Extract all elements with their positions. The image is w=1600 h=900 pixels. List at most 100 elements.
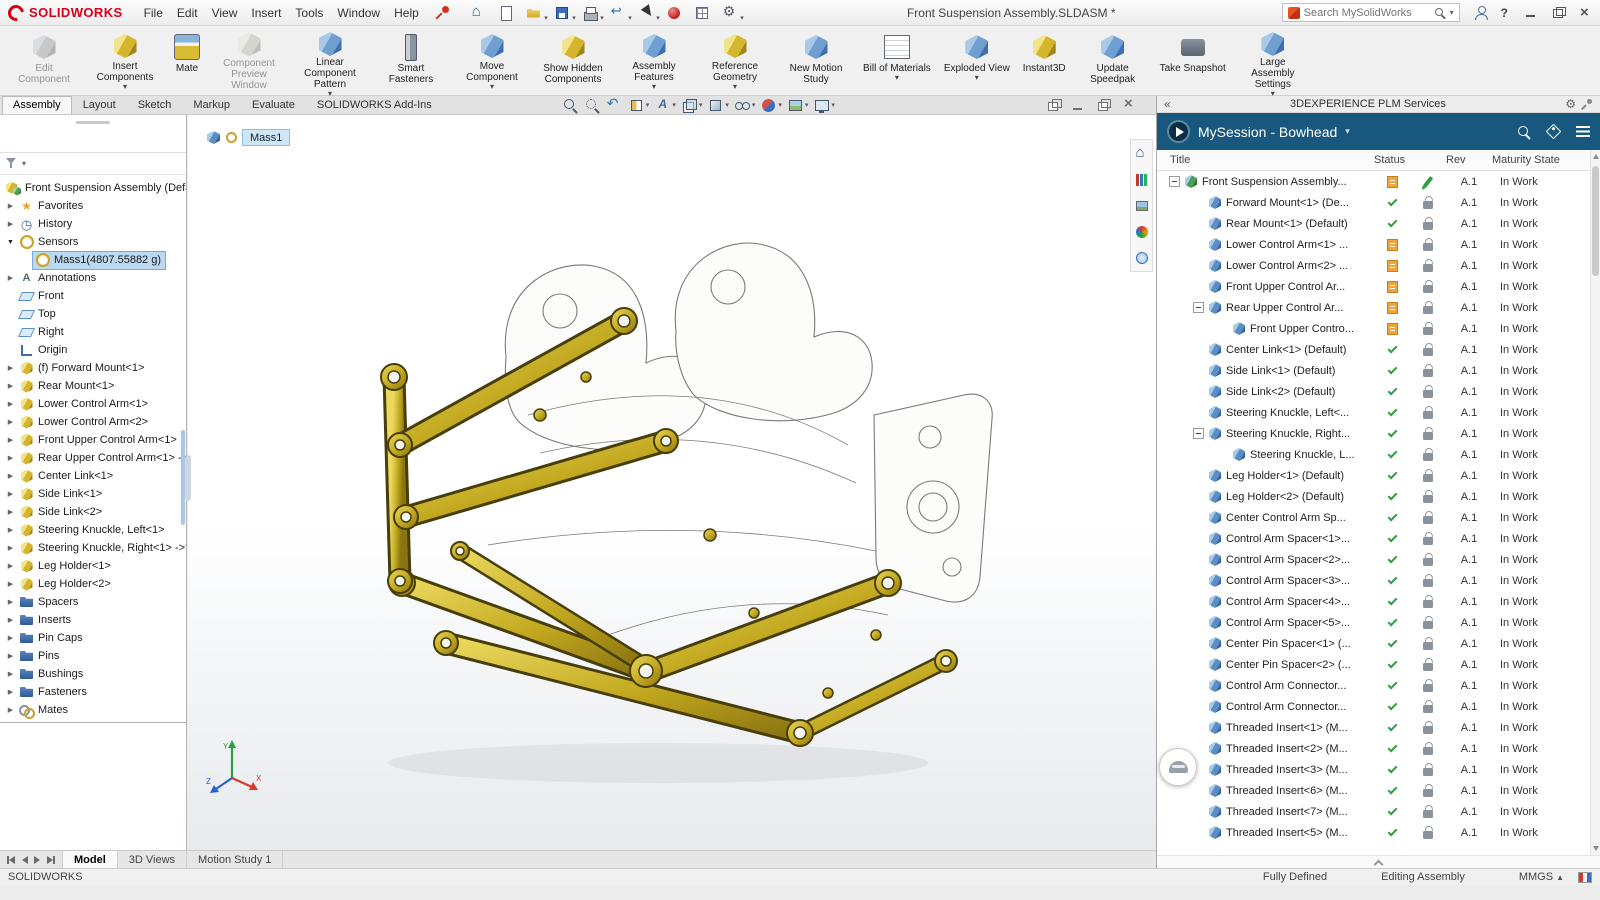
bill-of-materials-button[interactable]: Bill of Materials ▾ xyxy=(857,28,937,93)
tree-item[interactable]: Leg Holder<1> xyxy=(0,557,186,575)
plm-row[interactable]: Center Pin Spacer<2> (... A.1 In Work xyxy=(1157,654,1600,675)
expand-arrow-icon[interactable] xyxy=(5,202,16,210)
edit-appearance-button[interactable]: ▾ xyxy=(759,96,783,115)
menu-edit[interactable]: Edit xyxy=(170,3,205,23)
expand-arrow-icon[interactable] xyxy=(5,580,16,588)
save-icon[interactable]: ▾ xyxy=(551,3,573,23)
tree-item[interactable]: Mass1(4807.55882 g) xyxy=(0,251,186,269)
tag-icon[interactable] xyxy=(1546,124,1562,140)
open-icon[interactable]: ▾ xyxy=(523,3,545,23)
minimize-document-icon[interactable] xyxy=(1072,99,1086,112)
expand-arrow-icon[interactable] xyxy=(5,274,16,282)
graphics-area[interactable]: Mass1 xyxy=(188,115,1156,850)
settings-icon[interactable]: ▾ xyxy=(719,3,741,23)
expand-arrow-icon[interactable] xyxy=(5,454,16,462)
select-cursor-icon[interactable]: ▾ xyxy=(635,3,657,23)
plm-row[interactable]: Leg Holder<2> (Default) A.1 In Work xyxy=(1157,486,1600,507)
close-icon[interactable] xyxy=(1579,7,1592,19)
tree-item[interactable]: Favorites xyxy=(0,197,186,215)
plm-row[interactable]: Rear Upper Control Ar... A.1 In Work xyxy=(1157,297,1600,318)
plm-row[interactable]: Steering Knuckle, Right... A.1 In Work xyxy=(1157,423,1600,444)
new-motion-study-button[interactable]: New Motion Study ▾ xyxy=(776,28,856,93)
plm-row[interactable]: Lower Control Arm<2> ... A.1 In Work xyxy=(1157,255,1600,276)
home-icon[interactable]: ▾ xyxy=(467,3,489,23)
tree-item[interactable]: Leg Holder<2> xyxy=(0,575,186,593)
menu-file[interactable]: File xyxy=(137,3,170,23)
session-play-icon[interactable] xyxy=(1167,120,1190,143)
update-speedpak-button[interactable]: Update Speedpak ▾ xyxy=(1073,28,1153,93)
menu-view[interactable]: View xyxy=(205,3,245,23)
assistant-avatar-button[interactable] xyxy=(1159,748,1197,786)
plm-row[interactable]: Rear Mount<1> (Default) A.1 In Work xyxy=(1157,213,1600,234)
configurationmanager-tab[interactable] xyxy=(54,132,72,150)
sphere-icon[interactable]: ▾ xyxy=(663,3,685,23)
view-palette-button[interactable] xyxy=(1133,197,1151,214)
tree-item[interactable]: Pin Caps xyxy=(0,629,186,647)
3dexperience-world-button[interactable] xyxy=(1133,249,1151,266)
tree-item[interactable]: Rear Upper Control Arm<1> -> xyxy=(0,449,186,467)
column-header-maturity[interactable]: Maturity State xyxy=(1492,154,1588,166)
mysolidworks-search[interactable]: ▾ xyxy=(1282,3,1460,22)
large-assembly-settings-button[interactable]: Large Assembly Settings ▾ xyxy=(1233,28,1313,93)
tree-root-item[interactable]: Front Suspension Assembly (Default) xyxy=(0,179,186,197)
tab-solidworks-add-ins[interactable]: SOLIDWORKS Add-Ins xyxy=(306,96,443,114)
tree-item[interactable]: Lower Control Arm<1> xyxy=(0,395,186,413)
plm-row[interactable]: Threaded Insert<1> (M... A.1 In Work xyxy=(1157,717,1600,738)
plm-row[interactable]: Threaded Insert<3> (M... A.1 In Work xyxy=(1157,759,1600,780)
expand-arrow-icon[interactable] xyxy=(5,400,16,408)
scroll-next-icon[interactable] xyxy=(33,855,42,865)
session-caret-icon[interactable]: ▾ xyxy=(1345,126,1350,137)
tree-item[interactable]: Side Link<2> xyxy=(0,503,186,521)
plm-row[interactable]: Forward Mount<1> (De... A.1 In Work xyxy=(1157,192,1600,213)
plm-row[interactable]: Control Arm Spacer<4>... A.1 In Work xyxy=(1157,591,1600,612)
plm-row[interactable]: Threaded Insert<7> (M... A.1 In Work xyxy=(1157,801,1600,822)
tab-sketch[interactable]: Sketch xyxy=(127,96,183,114)
plm-row[interactable]: Control Arm Spacer<1>... A.1 In Work xyxy=(1157,528,1600,549)
tree-item[interactable]: Top xyxy=(0,305,186,323)
tab-evaluate[interactable]: Evaluate xyxy=(241,96,306,114)
new-document-icon[interactable]: ▾ xyxy=(495,3,517,23)
tree-item[interactable]: Fasteners xyxy=(0,683,186,701)
edit-component-button[interactable]: Edit Component ▾ xyxy=(4,28,84,93)
gear-icon[interactable]: ⚙ xyxy=(1565,98,1576,110)
apply-scene-button[interactable]: ▾ xyxy=(786,96,810,115)
expand-arrow-icon[interactable] xyxy=(5,706,16,714)
tree-item[interactable]: Annotations xyxy=(0,269,186,287)
plm-row[interactable]: Threaded Insert<6> (M... A.1 In Work xyxy=(1157,780,1600,801)
instant3d-button[interactable]: Instant3D ▾ xyxy=(1017,28,1072,93)
expand-arrow-icon[interactable] xyxy=(5,490,16,498)
plm-row[interactable]: Lower Control Arm<1> ... A.1 In Work xyxy=(1157,234,1600,255)
tab-assembly[interactable]: Assembly xyxy=(2,96,72,114)
menu-tools[interactable]: Tools xyxy=(288,3,330,23)
tab-motion-study-1[interactable]: Motion Study 1 xyxy=(187,851,283,868)
component-preview-window-button[interactable]: Component Preview Window ▾ xyxy=(209,28,289,93)
plm-row[interactable]: Front Upper Control Ar... A.1 In Work xyxy=(1157,276,1600,297)
plm-row[interactable]: Control Arm Spacer<3>... A.1 In Work xyxy=(1157,570,1600,591)
display-style-button[interactable]: ▾ xyxy=(706,96,730,115)
plm-row[interactable]: Control Arm Connector... A.1 In Work xyxy=(1157,675,1600,696)
plm-row[interactable]: Center Control Arm Sp... A.1 In Work xyxy=(1157,507,1600,528)
scroll-prev-icon[interactable] xyxy=(20,855,29,865)
tree-item[interactable]: (f) Forward Mount<1> xyxy=(0,359,186,377)
plm-row[interactable]: Control Arm Spacer<5>... A.1 In Work xyxy=(1157,612,1600,633)
expand-arrow-icon[interactable] xyxy=(5,239,16,246)
undo-icon[interactable]: ▾ xyxy=(607,3,629,23)
home-button[interactable] xyxy=(1133,145,1151,162)
plm-row[interactable]: Leg Holder<1> (Default) A.1 In Work xyxy=(1157,465,1600,486)
menu-icon[interactable] xyxy=(1576,126,1590,137)
pin-panel-icon[interactable] xyxy=(1582,99,1593,110)
expand-arrow-icon[interactable] xyxy=(5,364,16,372)
previous-view-button[interactable]: ▾ xyxy=(605,96,624,115)
search-icon[interactable] xyxy=(1434,7,1446,19)
expand-arrow-icon[interactable] xyxy=(5,436,16,444)
tab-markup[interactable]: Markup xyxy=(182,96,241,114)
expand-arrow-icon[interactable] xyxy=(5,652,16,660)
selection-chip-label[interactable]: Mass1 xyxy=(242,129,290,146)
plm-row[interactable]: Center Link<1> (Default) A.1 In Work xyxy=(1157,339,1600,360)
tree-item[interactable]: History xyxy=(0,215,186,233)
panel-splitter-handle[interactable] xyxy=(185,455,191,501)
filter-funnel-icon[interactable] xyxy=(5,157,19,170)
search-scope-caret-icon[interactable]: ▾ xyxy=(1450,8,1454,17)
design-library-button[interactable] xyxy=(1133,171,1151,188)
tree-item[interactable]: Front Upper Control Arm<1> xyxy=(0,431,186,449)
